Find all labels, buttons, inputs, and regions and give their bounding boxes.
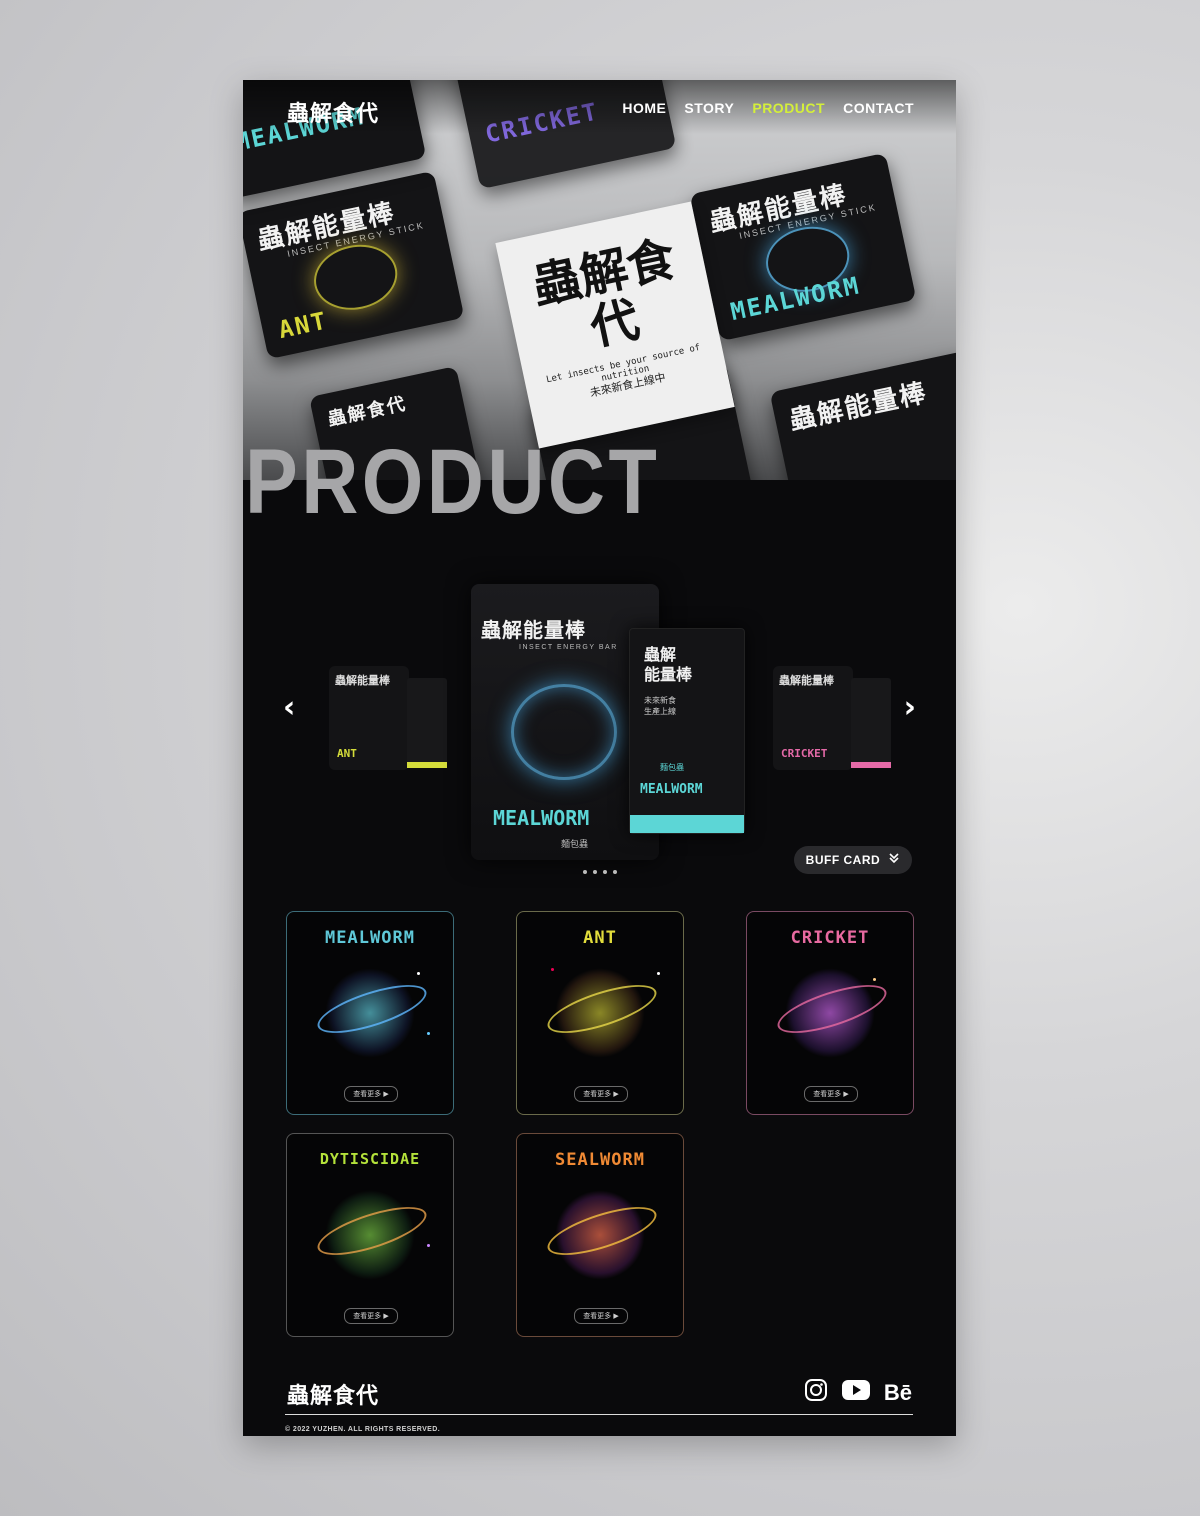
carousel-slide-cricket[interactable]: 蟲解能量棒 CRICKET [773,666,903,776]
page-title: PRODUCT [245,431,661,533]
product-box [851,678,891,768]
insect-card-ant[interactable]: ANT 查看更多 ▶ [516,911,684,1115]
pagination-dot[interactable] [613,870,617,874]
web-page-frame: 蟲解能量棒 INSECT ENERGY STICK ANT 蟲解能量棒 INSE… [243,80,956,1436]
hero-center-card: 蟲解食代 Let insects be your source of nutri… [495,201,735,449]
product-title: 蟲解能量棒 [779,674,834,687]
sparkle [873,978,876,981]
box-label: 麵包蟲 [660,763,684,772]
card-title: ANT [583,928,617,948]
box-accent-strip [630,815,744,833]
instagram-icon[interactable] [804,1378,828,1407]
nav-contact[interactable]: CONTACT [843,100,914,116]
copyright-text: © 2022 YUZHEN. ALL RIGHTS RESERVED. [285,1426,441,1433]
pack-title: 蟲解能量棒 [787,378,931,437]
hero-banner: 蟲解能量棒 INSECT ENERGY STICK ANT 蟲解能量棒 INSE… [243,80,956,480]
view-more-button[interactable]: 查看更多 ▶ [574,1086,628,1102]
social-links: Bē [804,1378,912,1407]
sparkle [551,968,554,971]
insect-card-sealworm[interactable]: SEALWORM 查看更多 ▶ [516,1133,684,1337]
sparkle [427,1032,430,1035]
buff-card-label: BUFF CARD [805,853,881,867]
carousel-slide-mealworm[interactable]: 蟲解能量棒 INSECT ENERGY BAR MEALWORM 麵包蟲 蟲解 … [471,584,745,864]
pagination-dot[interactable] [603,870,607,874]
box-accent-strip [407,762,447,768]
double-chevron-down-icon [888,846,900,874]
product-bag: 蟲解能量棒 CRICKET [773,666,853,770]
product-name: ANT [337,747,357,760]
view-more-button[interactable]: 查看更多 ▶ [344,1308,398,1324]
card-title: MEALWORM [325,928,415,948]
product-subtitle: INSECT ENERGY BAR [519,644,618,651]
card-title: CRICKET [790,928,870,948]
chevron-left-icon[interactable]: ‹ [283,690,295,725]
pack-name: ANT [276,306,331,345]
product-name-cn: 麵包蟲 [561,839,589,849]
box-tagline: 未來新食 生產上線 [644,695,676,717]
chevron-right-icon[interactable]: › [904,690,916,725]
product-title: 蟲解能量棒 [335,674,390,687]
box-accent-strip [851,762,891,768]
sparkle [427,1244,430,1247]
footer-divider [285,1414,913,1415]
pack-logo: 蟲解食代 [326,393,409,431]
behance-icon[interactable]: Bē [884,1380,912,1406]
nav-story[interactable]: STORY [684,100,734,116]
pack-bottom-right: 蟲解能量棒 [769,350,956,480]
card-title: DYTISCIDAE [319,1150,421,1168]
nav-home[interactable]: HOME [622,100,666,116]
view-more-button[interactable]: 查看更多 ▶ [344,1086,398,1102]
sparkle [417,972,420,975]
product-name: CRICKET [781,747,828,760]
card-title: SEALWORM [555,1150,645,1170]
view-more-button[interactable]: 查看更多 ▶ [574,1308,628,1324]
product-carousel: ‹ › 蟲解能量棒 ANT 蟲解能量棒 CRICKET 蟲解能量棒 INSECT… [243,570,956,880]
sparkle [657,972,660,975]
mealworm-illustration [511,684,617,780]
hero-center-logo: 蟲解食代 [527,230,681,357]
box-product-name: MEALWORM [640,782,703,797]
pagination-dot[interactable] [583,870,587,874]
product-bag: 蟲解能量棒 ANT [329,666,409,770]
insect-card-cricket[interactable]: CRICKET 查看更多 ▶ [746,911,914,1115]
pack-ant: 蟲解能量棒 INSECT ENERGY STICK ANT [243,170,465,360]
pagination-dot[interactable] [593,870,597,874]
buff-card-button[interactable]: BUFF CARD [793,846,912,874]
box-title-line-1: 蟲解 [644,645,677,664]
insect-card-dytiscidae[interactable]: DYTISCIDAE 查看更多 ▶ [286,1133,454,1337]
product-title: 蟲解能量棒 [481,618,586,642]
product-box: 蟲解 能量棒 未來新食 生產上線 麵包蟲 MEALWORM [629,628,745,834]
box-tagline-line-2: 生產上線 [644,707,676,716]
product-name: MEALWORM [493,806,590,830]
product-box [407,678,447,768]
brand-logo[interactable]: 蟲解食代 [287,96,379,128]
box-tagline-line-1: 未來新食 [644,696,676,705]
youtube-icon[interactable] [841,1379,870,1406]
carousel-slide-ant[interactable]: 蟲解能量棒 ANT [329,666,459,776]
box-title: 蟲解 能量棒 [644,645,692,685]
footer-logo[interactable]: 蟲解食代 [287,1378,379,1410]
box-title-line-2: 能量棒 [644,665,693,684]
insect-card-mealworm[interactable]: MEALWORM 查看更多 ▶ [286,911,454,1115]
carousel-pagination [583,870,617,874]
view-more-button[interactable]: 查看更多 ▶ [804,1086,858,1102]
pack-mealworm: 蟲解能量棒 INSECT ENERGY STICK MEALWORM [689,152,917,342]
main-nav: HOME STORY PRODUCT CONTACT [622,100,914,116]
nav-product[interactable]: PRODUCT [752,100,825,116]
